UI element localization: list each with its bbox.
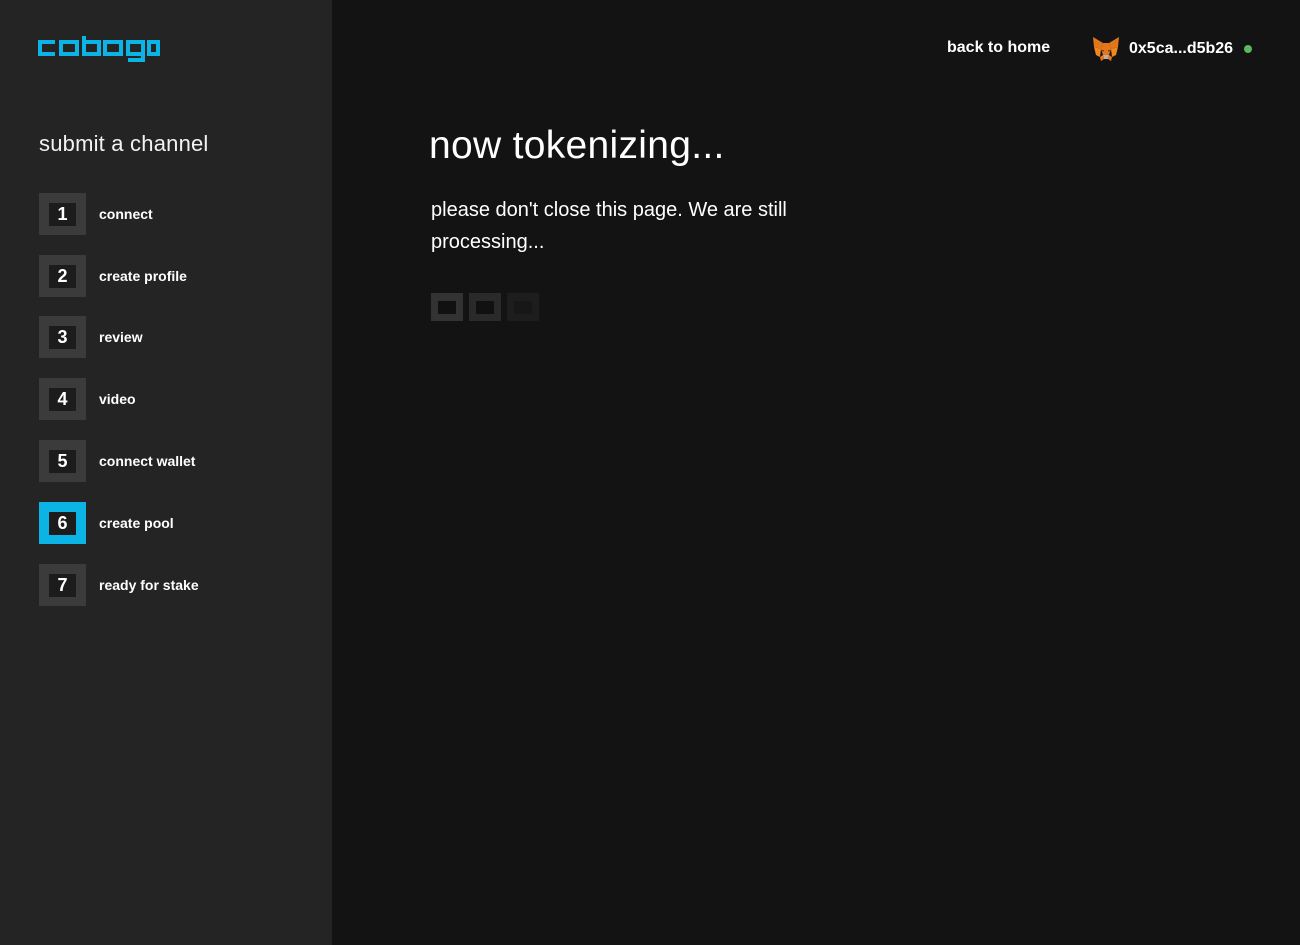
loading-block — [469, 293, 501, 321]
loading-indicator — [431, 293, 545, 321]
processing-message: please don't close this page. We are sti… — [431, 199, 787, 253]
step-number-box: 5 — [39, 440, 86, 482]
step-number-box: 7 — [39, 564, 86, 606]
step-number-box: 2 — [39, 255, 86, 297]
sidebar-title: submit a channel — [39, 131, 209, 156]
step-number: 5 — [49, 449, 76, 473]
step-connect[interactable]: 1 connect — [39, 193, 153, 235]
step-ready-for-stake[interactable]: 7 ready for stake — [39, 564, 199, 606]
step-label: ready for stake — [99, 577, 199, 593]
wallet-address: 0x5ca...d5b26 — [1129, 40, 1234, 57]
step-number: 3 — [49, 325, 76, 349]
step-label: connect — [99, 206, 153, 222]
loading-block — [431, 293, 463, 321]
step-label: create profile — [99, 268, 187, 284]
sidebar: submit a channel 1 connect 2 create prof… — [0, 0, 332, 945]
step-review[interactable]: 3 review — [39, 316, 143, 358]
connection-status-dot — [1244, 45, 1253, 53]
step-label: video — [99, 391, 136, 407]
step-number: 2 — [49, 264, 76, 288]
wallet-button[interactable]: 0x5ca...d5b26 — [1092, 35, 1253, 63]
step-number: 4 — [49, 387, 76, 411]
step-number-box: 3 — [39, 316, 86, 358]
step-connect-wallet[interactable]: 5 connect wallet — [39, 440, 195, 482]
metamask-fox-icon — [1093, 37, 1119, 61]
step-video[interactable]: 4 video — [39, 378, 136, 420]
step-label: create pool — [99, 515, 174, 531]
back-to-home-link[interactable]: back to home — [947, 39, 1050, 57]
page-title: now tokenizing... — [429, 124, 725, 167]
step-create-profile[interactable]: 2 create profile — [39, 255, 187, 297]
step-number-box: 4 — [39, 378, 86, 420]
step-number: 7 — [49, 573, 76, 597]
step-number-box: 6 — [39, 502, 86, 544]
cobogo-logo[interactable] — [38, 36, 160, 62]
step-number: 1 — [49, 202, 76, 226]
step-label: review — [99, 329, 143, 345]
step-create-pool[interactable]: 6 create pool — [39, 502, 174, 544]
step-label: connect wallet — [99, 453, 196, 469]
app-root: submit a channel 1 connect 2 create prof… — [0, 0, 1300, 945]
step-number: 6 — [49, 511, 76, 535]
step-number-box: 1 — [39, 193, 86, 235]
loading-block — [507, 293, 539, 321]
